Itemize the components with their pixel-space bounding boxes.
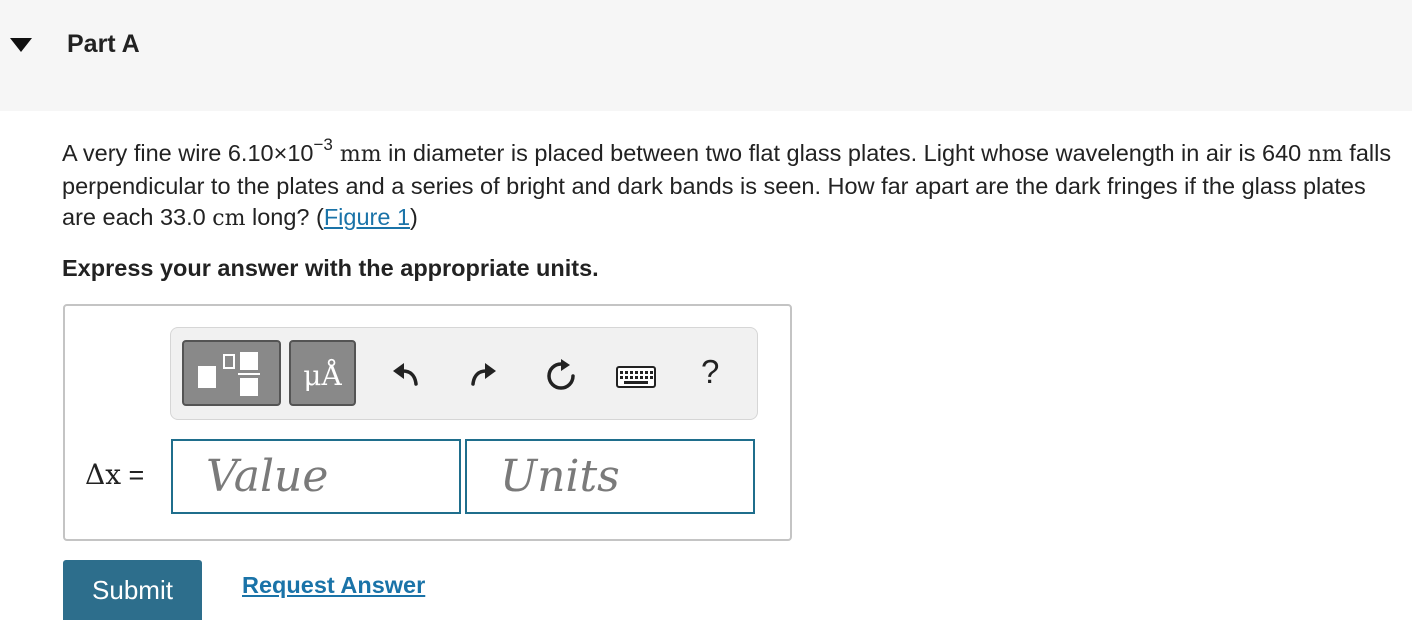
request-answer-link[interactable]: Request Answer xyxy=(242,572,425,599)
variable-label: Δx = xyxy=(85,458,144,491)
part-header: Part A xyxy=(0,0,1412,111)
figure-link[interactable]: Figure 1 xyxy=(324,204,410,230)
undo-icon[interactable] xyxy=(391,360,421,390)
unit-mm: mm xyxy=(332,142,382,167)
unit-nm: nm xyxy=(1307,142,1343,167)
question-text: A very fine wire 6.10×10−3 mm in diamete… xyxy=(62,135,1402,235)
answer-instruction: Express your answer with the appropriate… xyxy=(62,255,599,281)
units-button[interactable]: μÅ xyxy=(289,340,356,406)
math-toolbar: μÅ ? xyxy=(170,327,758,420)
question-text-part: in diameter is placed between two flat g… xyxy=(381,140,1308,166)
keyboard-icon[interactable] xyxy=(616,366,656,388)
answer-box: μÅ ? Δx = xyxy=(63,304,792,541)
part-title: Part A xyxy=(67,30,140,58)
templates-icon xyxy=(198,352,260,396)
collapse-triangle-icon[interactable] xyxy=(10,38,32,52)
help-button[interactable]: ? xyxy=(701,353,719,391)
units-button-label: μÅ xyxy=(303,359,342,392)
units-input[interactable] xyxy=(465,439,755,514)
exponent: −3 xyxy=(313,135,333,154)
unit-cm: cm xyxy=(212,206,246,231)
value-input[interactable] xyxy=(171,439,461,514)
question-text-part: ) xyxy=(410,204,418,230)
reset-icon[interactable] xyxy=(544,359,578,393)
templates-button[interactable] xyxy=(182,340,281,406)
redo-icon[interactable] xyxy=(468,360,498,390)
equals-sign: = xyxy=(121,460,145,490)
question-text-part: A very fine wire 6.10×10 xyxy=(62,140,314,166)
submit-button[interactable]: Submit xyxy=(63,560,202,620)
variable-symbol: Δx xyxy=(85,458,122,491)
question-text-part: long? ( xyxy=(245,204,324,230)
